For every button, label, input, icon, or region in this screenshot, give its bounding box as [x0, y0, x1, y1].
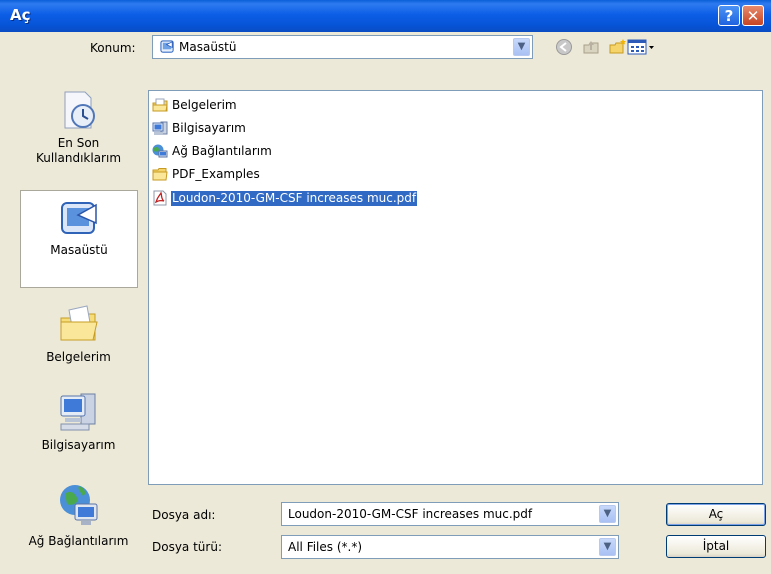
filename-value: Loudon-2010-GM-CSF increases muc.pdf [288, 507, 533, 521]
my-computer-icon [152, 121, 168, 135]
place-label: Belgelerim [46, 350, 111, 364]
file-name: PDF_Examples [172, 167, 260, 181]
title-bar[interactable]: Aç ? ✕ [0, 0, 771, 32]
chevron-down-icon[interactable]: ▼ [599, 538, 616, 556]
cancel-button-label: İptal [702, 539, 730, 553]
location-value: Masaüstü [179, 40, 237, 54]
list-item[interactable]: Belgelerim [152, 97, 352, 113]
up-folder-icon[interactable] [582, 38, 600, 56]
view-menu-icon[interactable] [627, 38, 659, 56]
filetype-value: All Files (*.*) [288, 540, 363, 554]
place-label: Ağ Bağlantılarım [28, 534, 129, 548]
file-name: Belgelerim [172, 98, 237, 112]
filename-field[interactable]: Loudon-2010-GM-CSF increases muc.pdf ▼ [281, 502, 619, 526]
list-item[interactable]: PDF_Examples [152, 166, 352, 182]
place-desktop[interactable]: Masaüstü [20, 190, 138, 288]
close-icon: ✕ [746, 7, 760, 25]
file-name: Loudon-2010-GM-CSF increases muc.pdf [171, 191, 418, 206]
open-button[interactable]: Aç [666, 503, 766, 526]
place-network[interactable]: Ağ Bağlantılarım [20, 480, 137, 549]
place-my-computer[interactable]: Bilgisayarım [20, 388, 137, 453]
place-recent[interactable]: En Son Kullandıklarım [20, 88, 137, 166]
location-label: Konum: [90, 41, 136, 55]
open-file-dialog: Aç ? ✕ Konum: Masaüstü ▼ En Son Kullandı… [0, 0, 771, 574]
cancel-button[interactable]: İptal [666, 535, 766, 558]
filename-label: Dosya adı: [152, 508, 216, 522]
location-combobox[interactable]: Masaüstü ▼ [152, 35, 533, 59]
my-documents-icon [60, 305, 98, 341]
new-folder-icon[interactable] [609, 38, 627, 56]
filetype-select[interactable]: All Files (*.*) ▼ [281, 535, 619, 559]
pdf-file-icon [153, 190, 167, 206]
help-button[interactable]: ? [718, 5, 740, 26]
network-places-icon [152, 144, 168, 158]
place-label: Kullandıklarım [35, 151, 122, 165]
my-computer-icon [60, 393, 95, 431]
list-item[interactable]: Loudon-2010-GM-CSF increases muc.pdf [152, 190, 472, 206]
window-title: Aç [10, 6, 31, 24]
place-label: Masaüstü [50, 243, 108, 257]
places-bar: En Son Kullandıklarım Masaüstü Belgeleri… [20, 70, 139, 574]
list-item[interactable]: Bilgisayarım [152, 120, 352, 136]
file-name: Bilgisayarım [172, 121, 246, 135]
file-list[interactable]: Belgelerim Bilgisayarım Ağ Bağlantılarım [148, 90, 763, 485]
desktop-icon [160, 40, 174, 53]
network-places-icon [59, 485, 97, 525]
open-button-label: Aç [708, 507, 724, 521]
folder-icon [152, 168, 168, 181]
place-label: Bilgisayarım [41, 438, 116, 452]
recent-documents-icon [64, 91, 95, 129]
file-name: Ağ Bağlantılarım [172, 144, 272, 158]
my-documents-icon [152, 98, 168, 112]
chevron-down-icon[interactable]: ▼ [513, 38, 530, 56]
place-label: En Son [57, 136, 100, 150]
close-button[interactable]: ✕ [742, 5, 764, 26]
filetype-label: Dosya türü: [152, 540, 222, 554]
place-my-documents[interactable]: Belgelerim [20, 302, 137, 365]
desktop-icon [61, 202, 97, 234]
help-icon: ? [724, 7, 734, 25]
back-icon[interactable] [555, 38, 573, 56]
list-item[interactable]: Ağ Bağlantılarım [152, 143, 352, 159]
chevron-down-icon[interactable]: ▼ [599, 505, 616, 523]
